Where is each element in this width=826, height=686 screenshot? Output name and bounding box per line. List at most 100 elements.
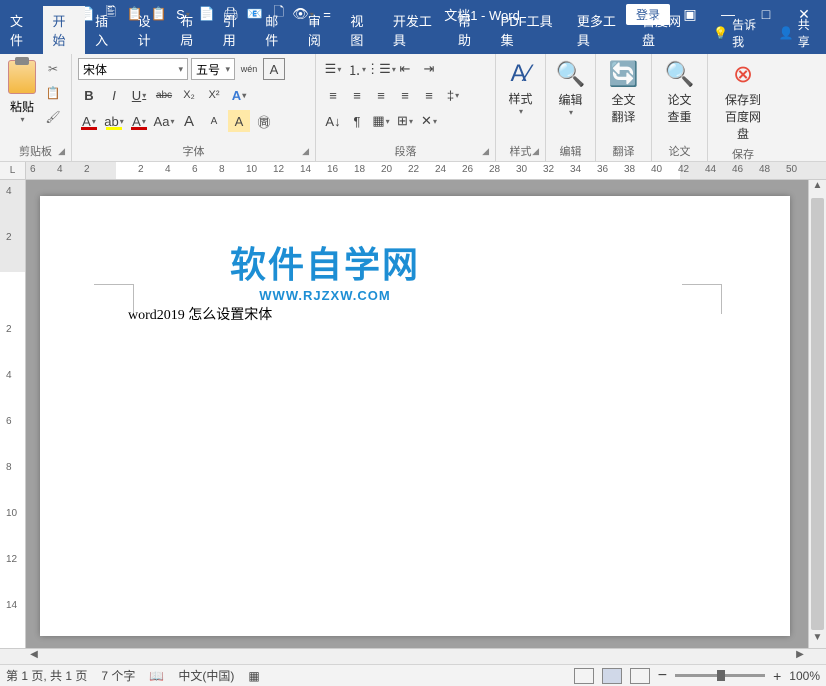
hscroll-track[interactable] [42,649,792,664]
tab-references[interactable]: 引用 [213,6,256,54]
translate-button[interactable]: 🔄 全文翻译 [603,58,645,127]
align-left-button[interactable]: ≡ [322,84,344,106]
zoom-out-button[interactable]: − [658,667,667,685]
web-layout-button[interactable] [630,668,650,684]
char-shading-button[interactable]: A [228,110,250,132]
asian-layout-button[interactable]: ✕▾ [418,110,440,132]
enclose-char-button[interactable]: ㉄ [253,110,275,132]
styles-group-label: 样式◢ [502,141,539,159]
scroll-right-button[interactable]: ▶ [792,649,808,664]
tab-design[interactable]: 设计 [128,6,171,54]
share-button[interactable]: 👤共享 [769,12,826,54]
document-text[interactable]: word2019 怎么设置宋体 [128,304,272,324]
tab-more-tools[interactable]: 更多工具 [567,6,632,54]
print-layout-button[interactable] [602,668,622,684]
netdisk-icon: ⊗ [733,60,753,89]
tab-review[interactable]: 审阅 [298,6,341,54]
justify-button[interactable]: ≡ [394,84,416,106]
highlight-button[interactable]: ab▾ [103,110,125,132]
ruler-corner[interactable]: L [0,162,26,180]
multilevel-list-button[interactable]: ⋮☰▾ [370,58,392,80]
ribbon: 粘贴 ▾ ✂ 📋 🖌 剪贴板◢ 宋体▾ 五号▾ wén A B I U▾ [0,54,826,162]
grow-font-button[interactable]: A [178,110,200,132]
tab-baidu-netdisk[interactable]: 百度网盘 [632,6,697,54]
group-clipboard: 粘贴 ▾ ✂ 📋 🖌 剪贴板◢ [0,54,72,161]
bold-button[interactable]: B [78,84,100,106]
scroll-left-button[interactable]: ◀ [26,649,42,664]
tell-me-search[interactable]: 💡告诉我 [705,12,769,54]
text-effects-button[interactable]: A▾ [228,84,250,106]
align-center-button[interactable]: ≡ [346,84,368,106]
zoom-level[interactable]: 100% [789,669,820,683]
tab-view[interactable]: 视图 [340,6,383,54]
distributed-button[interactable]: ≡ [418,84,440,106]
read-mode-button[interactable] [574,668,594,684]
decrease-indent-button[interactable]: ⇤ [394,58,416,80]
editing-button[interactable]: 🔍 编辑 ▾ [550,58,592,119]
cut-button[interactable]: ✂ [42,58,64,80]
paragraph-dialog-launcher[interactable]: ◢ [482,146,489,157]
borders-button[interactable]: ⊞▾ [394,110,416,132]
format-painter-button[interactable]: 🖌 [42,106,64,128]
document-viewport[interactable]: 软件自学网 WWW.RJZXW.COM word2019 怎么设置宋体 [26,180,808,648]
thesis-check-button[interactable]: 🔍 论文查重 [659,58,701,127]
scroll-thumb[interactable] [811,198,824,630]
subscript-button[interactable]: X₂ [178,84,200,106]
zoom-in-button[interactable]: + [773,668,781,684]
clipboard-dialog-launcher[interactable]: ◢ [58,146,65,157]
tab-help[interactable]: 帮助 [448,6,491,54]
horizontal-ruler[interactable]: 6422468101214161820222426283032343638404… [26,162,826,180]
tab-mailings[interactable]: 邮件 [255,6,298,54]
save-to-netdisk-button[interactable]: ⊗ 保存到百度网盘 [714,58,772,144]
page-indicator[interactable]: 第 1 页, 共 1 页 [6,667,87,684]
strikethrough-button[interactable]: abc [153,84,175,106]
find-icon: 🔍 [556,60,586,89]
shrink-font-button[interactable]: A [203,110,225,132]
paragraph-group-label: 段落◢ [322,141,489,159]
line-spacing-button[interactable]: ‡▾ [442,84,464,106]
shading-button[interactable]: ▦▾ [370,110,392,132]
horizontal-scrollbar[interactable]: ◀ ▶ [0,648,826,664]
ruler-area: L 64224681012141618202224262830323436384… [0,162,826,180]
styles-button[interactable]: A⁄ 样式 ▾ [502,58,538,118]
vertical-ruler[interactable]: 422468101214 [0,180,26,648]
paste-button[interactable]: 粘贴 ▾ [6,58,38,126]
language-indicator[interactable]: 中文(中国) [178,667,234,684]
sort-button[interactable]: A↓ [322,110,344,132]
copy-button[interactable]: 📋 [42,82,64,104]
font-color2-button[interactable]: A▾ [78,110,100,132]
phonetic-guide-button[interactable]: wén [238,58,260,80]
tab-insert[interactable]: 插入 [85,6,128,54]
bullets-button[interactable]: ☰▾ [322,58,344,80]
scroll-up-button[interactable]: ▲ [809,180,826,196]
styles-dialog-launcher[interactable]: ◢ [532,146,539,157]
spell-check-icon[interactable]: 📖 [149,669,164,683]
tab-developer[interactable]: 开发工具 [383,6,448,54]
font-color-button[interactable]: A▾ [128,110,150,132]
numbering-button[interactable]: ⒈▾ [346,58,368,80]
tab-home[interactable]: 开始 [43,6,86,54]
italic-button[interactable]: I [103,84,125,106]
group-save: ⊗ 保存到百度网盘 保存 [708,54,778,161]
tab-pdf-tools[interactable]: PDF工具集 [491,6,567,54]
superscript-button[interactable]: X² [203,84,225,106]
font-size-combo[interactable]: 五号▾ [191,58,235,80]
watermark-url: WWW.RJZXW.COM [230,288,420,303]
char-border-button[interactable]: A [263,58,285,80]
scroll-down-button[interactable]: ▼ [809,632,826,648]
word-count[interactable]: 7 个字 [101,667,135,684]
increase-indent-button[interactable]: ⇥ [418,58,440,80]
group-styles: A⁄ 样式 ▾ 样式◢ [496,54,546,161]
change-case-button[interactable]: Aa▾ [153,110,175,132]
show-marks-button[interactable]: ¶ [346,110,368,132]
zoom-slider[interactable] [675,674,765,677]
tab-file[interactable]: 文件 [0,6,43,54]
align-right-button[interactable]: ≡ [370,84,392,106]
font-name-combo[interactable]: 宋体▾ [78,58,188,80]
font-dialog-launcher[interactable]: ◢ [302,146,309,157]
macro-indicator[interactable]: ▦ [248,669,259,683]
vertical-scrollbar[interactable]: ▲ ▼ [808,180,826,648]
underline-button[interactable]: U▾ [128,84,150,106]
zoom-handle[interactable] [717,670,725,681]
tab-layout[interactable]: 布局 [170,6,213,54]
